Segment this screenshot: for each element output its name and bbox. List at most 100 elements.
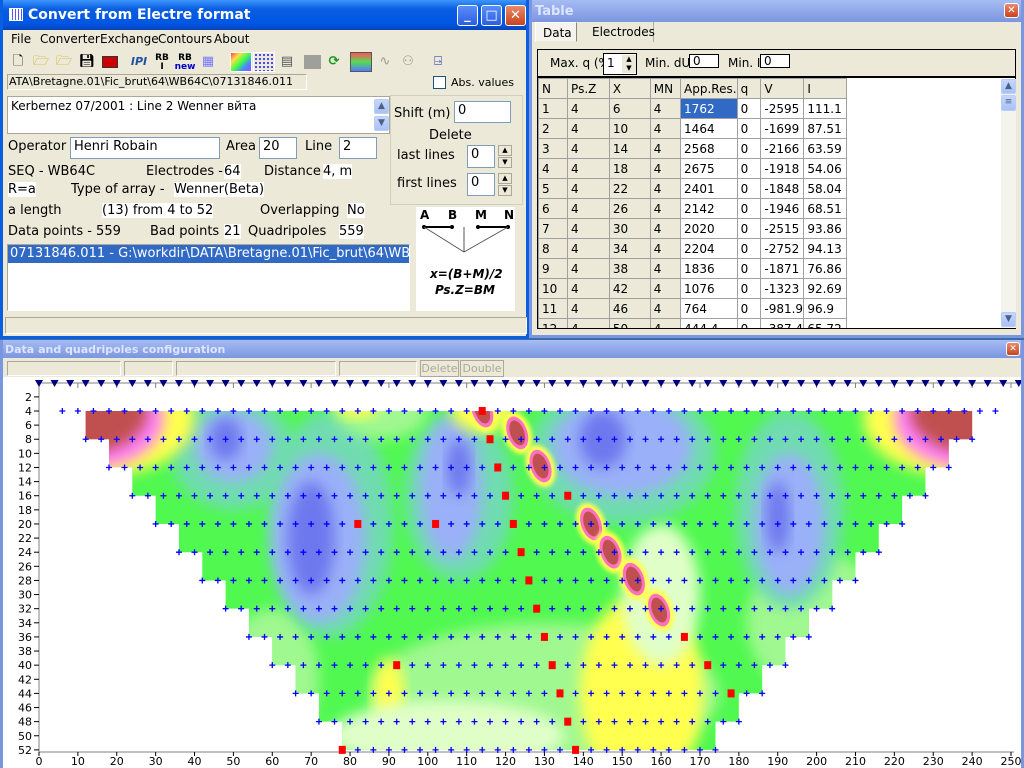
table-cell[interactable]: 22 (608, 178, 651, 199)
table-cell[interactable]: 4 (567, 258, 610, 279)
tab-electrodes[interactable]: Electrodes (582, 22, 655, 42)
table-scroll-down[interactable]: ▼ (1001, 312, 1016, 327)
bad-point[interactable] (432, 519, 440, 528)
table-cell[interactable]: 764 (680, 298, 738, 319)
table-cell[interactable]: 50 (608, 318, 651, 328)
comment-scroll-up[interactable]: ▲ (374, 99, 389, 114)
bad-point[interactable] (572, 745, 580, 754)
bad-point[interactable] (502, 491, 510, 500)
table-cell[interactable]: 4 (567, 238, 610, 259)
table-cell[interactable]: 4 (649, 238, 682, 259)
table-cell[interactable]: 0 (736, 178, 762, 199)
table-close-button[interactable]: ✕ (1004, 3, 1019, 18)
table-cell[interactable]: 4 (649, 158, 682, 179)
shift-field[interactable]: 0 (454, 101, 511, 123)
bad-point[interactable] (564, 491, 572, 500)
table-cell[interactable]: 4 (567, 198, 610, 219)
last-lines-up[interactable]: ▲ (498, 145, 512, 156)
first-lines-field[interactable]: 0 (467, 173, 495, 196)
menu-exchange[interactable]: Exchange (100, 32, 159, 46)
delete-button[interactable]: Delete (420, 360, 459, 377)
table-cell[interactable]: -981.9 (760, 298, 805, 319)
people-icon[interactable]: ⚇ (397, 52, 419, 72)
area-field[interactable]: 20 (259, 137, 297, 159)
column-header-appres[interactable]: App.Res. (680, 78, 738, 99)
table-cell[interactable]: 1836 (680, 258, 738, 279)
double-button[interactable]: Double (460, 360, 504, 377)
table-cell[interactable]: 4 (649, 258, 682, 279)
table-cell[interactable]: 0 (736, 138, 762, 159)
table-icon[interactable]: ▤ (276, 52, 298, 72)
data-grid[interactable]: N Ps.Z X MN App.Res. q V I 1 4 6 4 1762 0 -2595 111.1 2… (538, 78, 847, 328)
table-cell[interactable]: 0 (736, 118, 762, 139)
bad-point[interactable] (478, 407, 486, 415)
table-cell[interactable]: -2752 (760, 238, 805, 259)
column-header-mn[interactable]: MN (649, 78, 682, 99)
last-lines-down[interactable]: ▼ (498, 157, 512, 168)
bad-point[interactable] (704, 661, 712, 670)
table-cell[interactable]: 1762 (680, 98, 738, 119)
table-cell[interactable]: 4 (567, 178, 610, 199)
table-vertical-scrollbar[interactable]: ▲ ≡ ▼ (1001, 79, 1016, 328)
column-header-x[interactable]: X (608, 78, 651, 99)
table-cell[interactable]: 65.72 (803, 318, 847, 328)
file-list[interactable]: 07131846.011 - G:\workdir\DATA\Bretagne.… (7, 244, 410, 311)
table-cell[interactable]: 2568 (680, 138, 738, 159)
table-row[interactable]: 10 4 42 4 1076 0 -1323 92.69 (538, 278, 847, 299)
minimize-button[interactable]: _ (457, 5, 478, 26)
table-cell[interactable]: 4 (649, 138, 682, 159)
bad-point[interactable] (354, 519, 362, 528)
table-cell[interactable]: 0 (736, 158, 762, 179)
table-cell[interactable]: 4 (567, 98, 610, 119)
ipi-icon[interactable]: IPI (128, 52, 150, 72)
rb-new-icon[interactable]: RB new (174, 52, 196, 72)
table-cell[interactable]: 92.69 (803, 278, 847, 299)
battery-icon[interactable] (99, 52, 121, 72)
table-cell[interactable]: 94.13 (803, 238, 847, 259)
table-cell[interactable]: -1323 (760, 278, 805, 299)
file-list-item[interactable]: 07131846.011 - G:\workdir\DATA\Bretagne.… (8, 245, 409, 263)
close-button[interactable]: ✕ (505, 5, 526, 26)
open-folder-icon[interactable]: 🗁 (30, 52, 52, 72)
table-cell[interactable]: 46 (608, 298, 651, 319)
menu-about[interactable]: About (214, 32, 249, 46)
signal-icon[interactable]: ∿ (374, 52, 396, 72)
column-header-i[interactable]: I (803, 78, 847, 99)
table-cell[interactable]: 4 (649, 98, 682, 119)
table-cell[interactable]: 444.4 (680, 318, 738, 328)
table-cell[interactable]: 111.1 (803, 98, 847, 119)
table-row[interactable]: 4 4 18 4 2675 0 -1918 54.06 (538, 158, 847, 179)
table-cell[interactable]: 4 (567, 138, 610, 159)
operator-field[interactable]: Henri Robain (70, 137, 220, 159)
table-cell[interactable]: 4 (567, 318, 610, 328)
column-header-q[interactable]: q (736, 78, 762, 99)
table-cell[interactable]: 12 (538, 318, 569, 328)
maximize-button[interactable]: □ (481, 5, 502, 26)
bad-point[interactable] (393, 661, 401, 670)
table-cell[interactable]: 1076 (680, 278, 738, 299)
refresh-icon[interactable]: ⟳ (323, 52, 345, 72)
table-cell[interactable]: 4 (567, 298, 610, 319)
table-cell[interactable]: 1464 (680, 118, 738, 139)
table-cell[interactable]: 11 (538, 298, 569, 319)
table-cell[interactable]: 0 (736, 238, 762, 259)
table-cell[interactable]: -2166 (760, 138, 805, 159)
table-cell[interactable]: 10 (608, 118, 651, 139)
table-cell[interactable]: 14 (608, 138, 651, 159)
plot-close-button[interactable]: ✕ (1006, 342, 1020, 356)
menu-file[interactable]: File (11, 32, 31, 46)
bad-point[interactable] (680, 632, 688, 641)
table-row[interactable]: 2 4 10 4 1464 0 -1699 87.51 (538, 118, 847, 139)
last-lines-field[interactable]: 0 (467, 145, 495, 168)
table-cell[interactable]: 0 (736, 198, 762, 219)
menu-converter[interactable]: Converter (40, 32, 100, 46)
table-cell[interactable]: 18 (608, 158, 651, 179)
bad-point[interactable] (556, 689, 564, 698)
table-cell[interactable]: 4 (567, 278, 610, 299)
table-cell[interactable]: -1946 (760, 198, 805, 219)
bad-point[interactable] (727, 689, 735, 698)
table-cell[interactable]: 0 (736, 258, 762, 279)
table-row[interactable]: 6 4 26 4 2142 0 -1946 68.51 (538, 198, 847, 219)
comment-scroll-down[interactable]: ▼ (374, 116, 389, 131)
table-cell[interactable]: 63.59 (803, 138, 847, 159)
